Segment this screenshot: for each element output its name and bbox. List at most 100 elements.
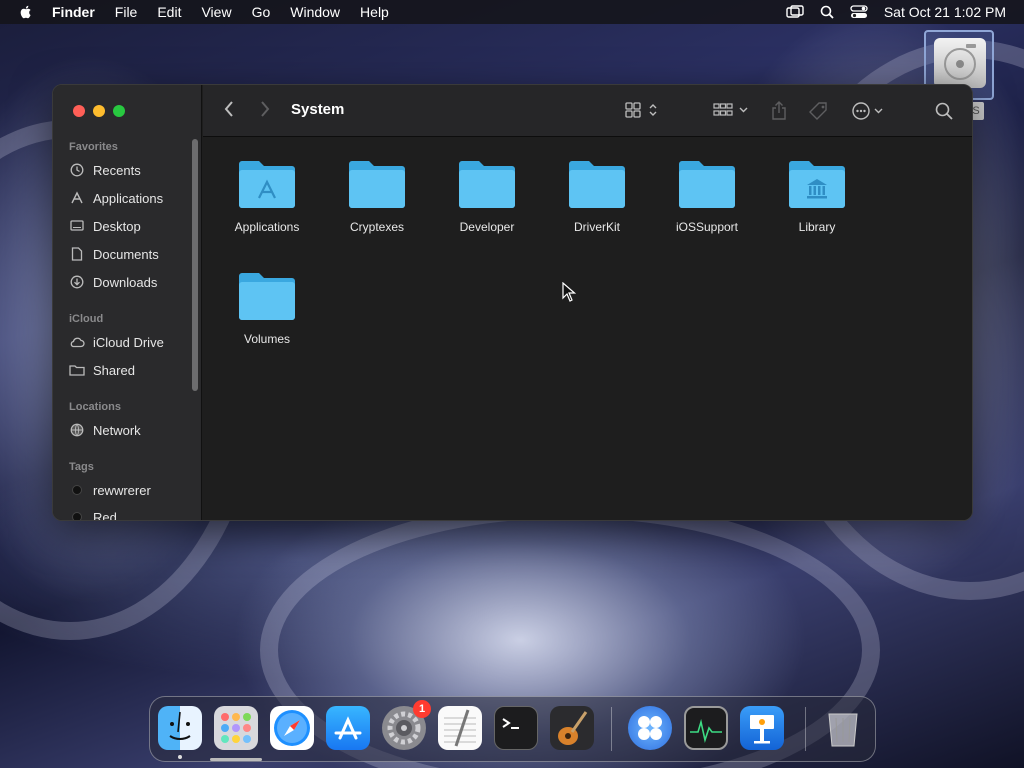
sidebar-item-downloads[interactable]: Downloads: [69, 271, 189, 293]
sidebar-item-label: Network: [93, 422, 141, 438]
folder-label: iOSSupport: [675, 220, 739, 234]
sidebar-item-desktop[interactable]: Desktop: [69, 215, 189, 237]
sidebar-item-label: Recents: [93, 162, 141, 178]
folder-volumes[interactable]: Volumes: [217, 270, 317, 346]
dock-separator: [611, 707, 612, 751]
sidebar-section-locations: Locations: [69, 401, 121, 413]
menu-clock[interactable]: Sat Oct 21 1:02 PM: [884, 4, 1006, 20]
folder-icon: [459, 161, 515, 208]
zoom-button[interactable]: [113, 105, 125, 117]
menu-file[interactable]: File: [115, 0, 138, 24]
sidebar-item-tag-red[interactable]: Red: [69, 506, 189, 521]
dock-separator: [805, 707, 806, 751]
folder-label: Applications: [234, 220, 300, 234]
sidebar-item-label: Documents: [93, 246, 159, 262]
close-button[interactable]: [73, 105, 85, 117]
sidebar-item-label: Red: [93, 509, 117, 521]
clock-icon: [69, 162, 85, 178]
sidebar-item-recents[interactable]: Recents: [69, 159, 189, 181]
folder-label: Volumes: [243, 332, 291, 346]
folder-label: DriverKit: [573, 220, 620, 234]
dock-keynote-icon[interactable]: [740, 706, 784, 750]
sidebar-item-label: Downloads: [93, 274, 158, 290]
dock-terminal-icon[interactable]: [494, 706, 538, 750]
sidebar-scrollbar[interactable]: [192, 139, 198, 391]
folder-iossupport[interactable]: iOSSupport: [657, 158, 757, 234]
menu-view[interactable]: View: [201, 0, 231, 24]
menu-help[interactable]: Help: [360, 0, 389, 24]
sidebar-section-tags: Tags: [69, 461, 94, 473]
sidebar-item-network[interactable]: Network: [69, 419, 189, 441]
dock-app-store-icon[interactable]: [326, 706, 370, 750]
group-by-button[interactable]: [713, 102, 751, 118]
dock-trash-icon[interactable]: [821, 706, 865, 750]
desktop-icon: [69, 218, 85, 234]
apple-logo-icon[interactable]: [18, 4, 34, 20]
cloud-icon: [69, 334, 85, 350]
sidebar-item-label: Desktop: [93, 218, 141, 234]
folder-icon: [679, 161, 735, 208]
spotlight-search-icon[interactable]: [820, 5, 834, 19]
settings-notification-badge: 1: [413, 700, 431, 718]
menu-window[interactable]: Window: [290, 0, 340, 24]
mouse-cursor-icon: [562, 282, 576, 302]
sidebar-section-favorites: Favorites: [69, 141, 118, 153]
control-center-icon[interactable]: [850, 5, 868, 19]
folder-applications[interactable]: Applications: [217, 158, 317, 234]
finder-content-area[interactable]: Applications Cryptexes Developer DriverK…: [203, 138, 972, 520]
sidebar-section-icloud: iCloud: [69, 313, 104, 325]
hard-drive-disk: [934, 38, 986, 88]
applications-icon: [69, 190, 85, 206]
folder-library[interactable]: Library: [767, 158, 867, 234]
back-button[interactable]: [223, 100, 235, 118]
sidebar-item-label: Shared: [93, 362, 135, 378]
folder-icon: [569, 161, 625, 208]
dock-safari-icon[interactable]: [270, 706, 314, 750]
folder-label: Cryptexes: [349, 220, 405, 234]
chevron-right-icon: [261, 101, 270, 117]
menu-go[interactable]: Go: [252, 0, 271, 24]
screen-mirroring-icon[interactable]: [786, 5, 804, 19]
finder-running-indicator: [178, 755, 182, 759]
sidebar-item-shared[interactable]: Shared: [69, 359, 189, 381]
more-actions-button[interactable]: [851, 101, 887, 121]
tag-icon: [809, 102, 827, 120]
folder-driverkit[interactable]: DriverKit: [547, 158, 647, 234]
folder-cryptexes[interactable]: Cryptexes: [327, 158, 427, 234]
dock-textedit-icon[interactable]: [438, 706, 482, 750]
dock-activity-monitor-icon[interactable]: [684, 706, 728, 750]
dock-finder-icon[interactable]: [158, 706, 202, 750]
folder-icon: [349, 161, 405, 208]
search-icon: [935, 102, 953, 120]
dock-launchpad-icon[interactable]: [214, 706, 258, 750]
dock-widgets-icon[interactable]: [628, 706, 672, 750]
tag-dot-icon: [69, 509, 85, 520]
icon-grid-icon: [625, 102, 657, 118]
forward-button[interactable]: [259, 100, 271, 118]
search-button[interactable]: [935, 102, 953, 120]
share-button[interactable]: [771, 101, 787, 120]
sidebar-item-icloud-drive[interactable]: iCloud Drive: [69, 331, 189, 353]
download-icon: [69, 274, 85, 290]
sidebar-item-applications[interactable]: Applications: [69, 187, 189, 209]
group-grid-icon: [713, 103, 748, 116]
view-mode-button[interactable]: [625, 102, 661, 118]
folder-icon: [239, 273, 295, 320]
launchpad-highlight: [210, 758, 262, 761]
ellipsis-circle-icon: [852, 102, 883, 120]
menu-app-finder[interactable]: Finder: [52, 0, 95, 24]
menu-edit[interactable]: Edit: [157, 0, 181, 24]
window-controls: [73, 105, 125, 117]
folder-developer[interactable]: Developer: [437, 158, 537, 234]
sidebar-item-label: Applications: [93, 190, 164, 206]
minimize-button[interactable]: [93, 105, 105, 117]
tag-button[interactable]: [809, 101, 829, 121]
menu-bar: Finder File Edit View Go Window Help Sat…: [0, 0, 1024, 24]
library-folder-icon: [789, 161, 845, 208]
sidebar-item-tag-rewwrerer[interactable]: rewwrerer: [69, 479, 189, 501]
dock-garageband-icon[interactable]: [550, 706, 594, 750]
sidebar-item-documents[interactable]: Documents: [69, 243, 189, 265]
globe-icon: [69, 422, 85, 438]
finder-sidebar: Favorites Recents Applications Desktop D…: [53, 85, 202, 520]
folder-label: Developer: [459, 220, 515, 234]
